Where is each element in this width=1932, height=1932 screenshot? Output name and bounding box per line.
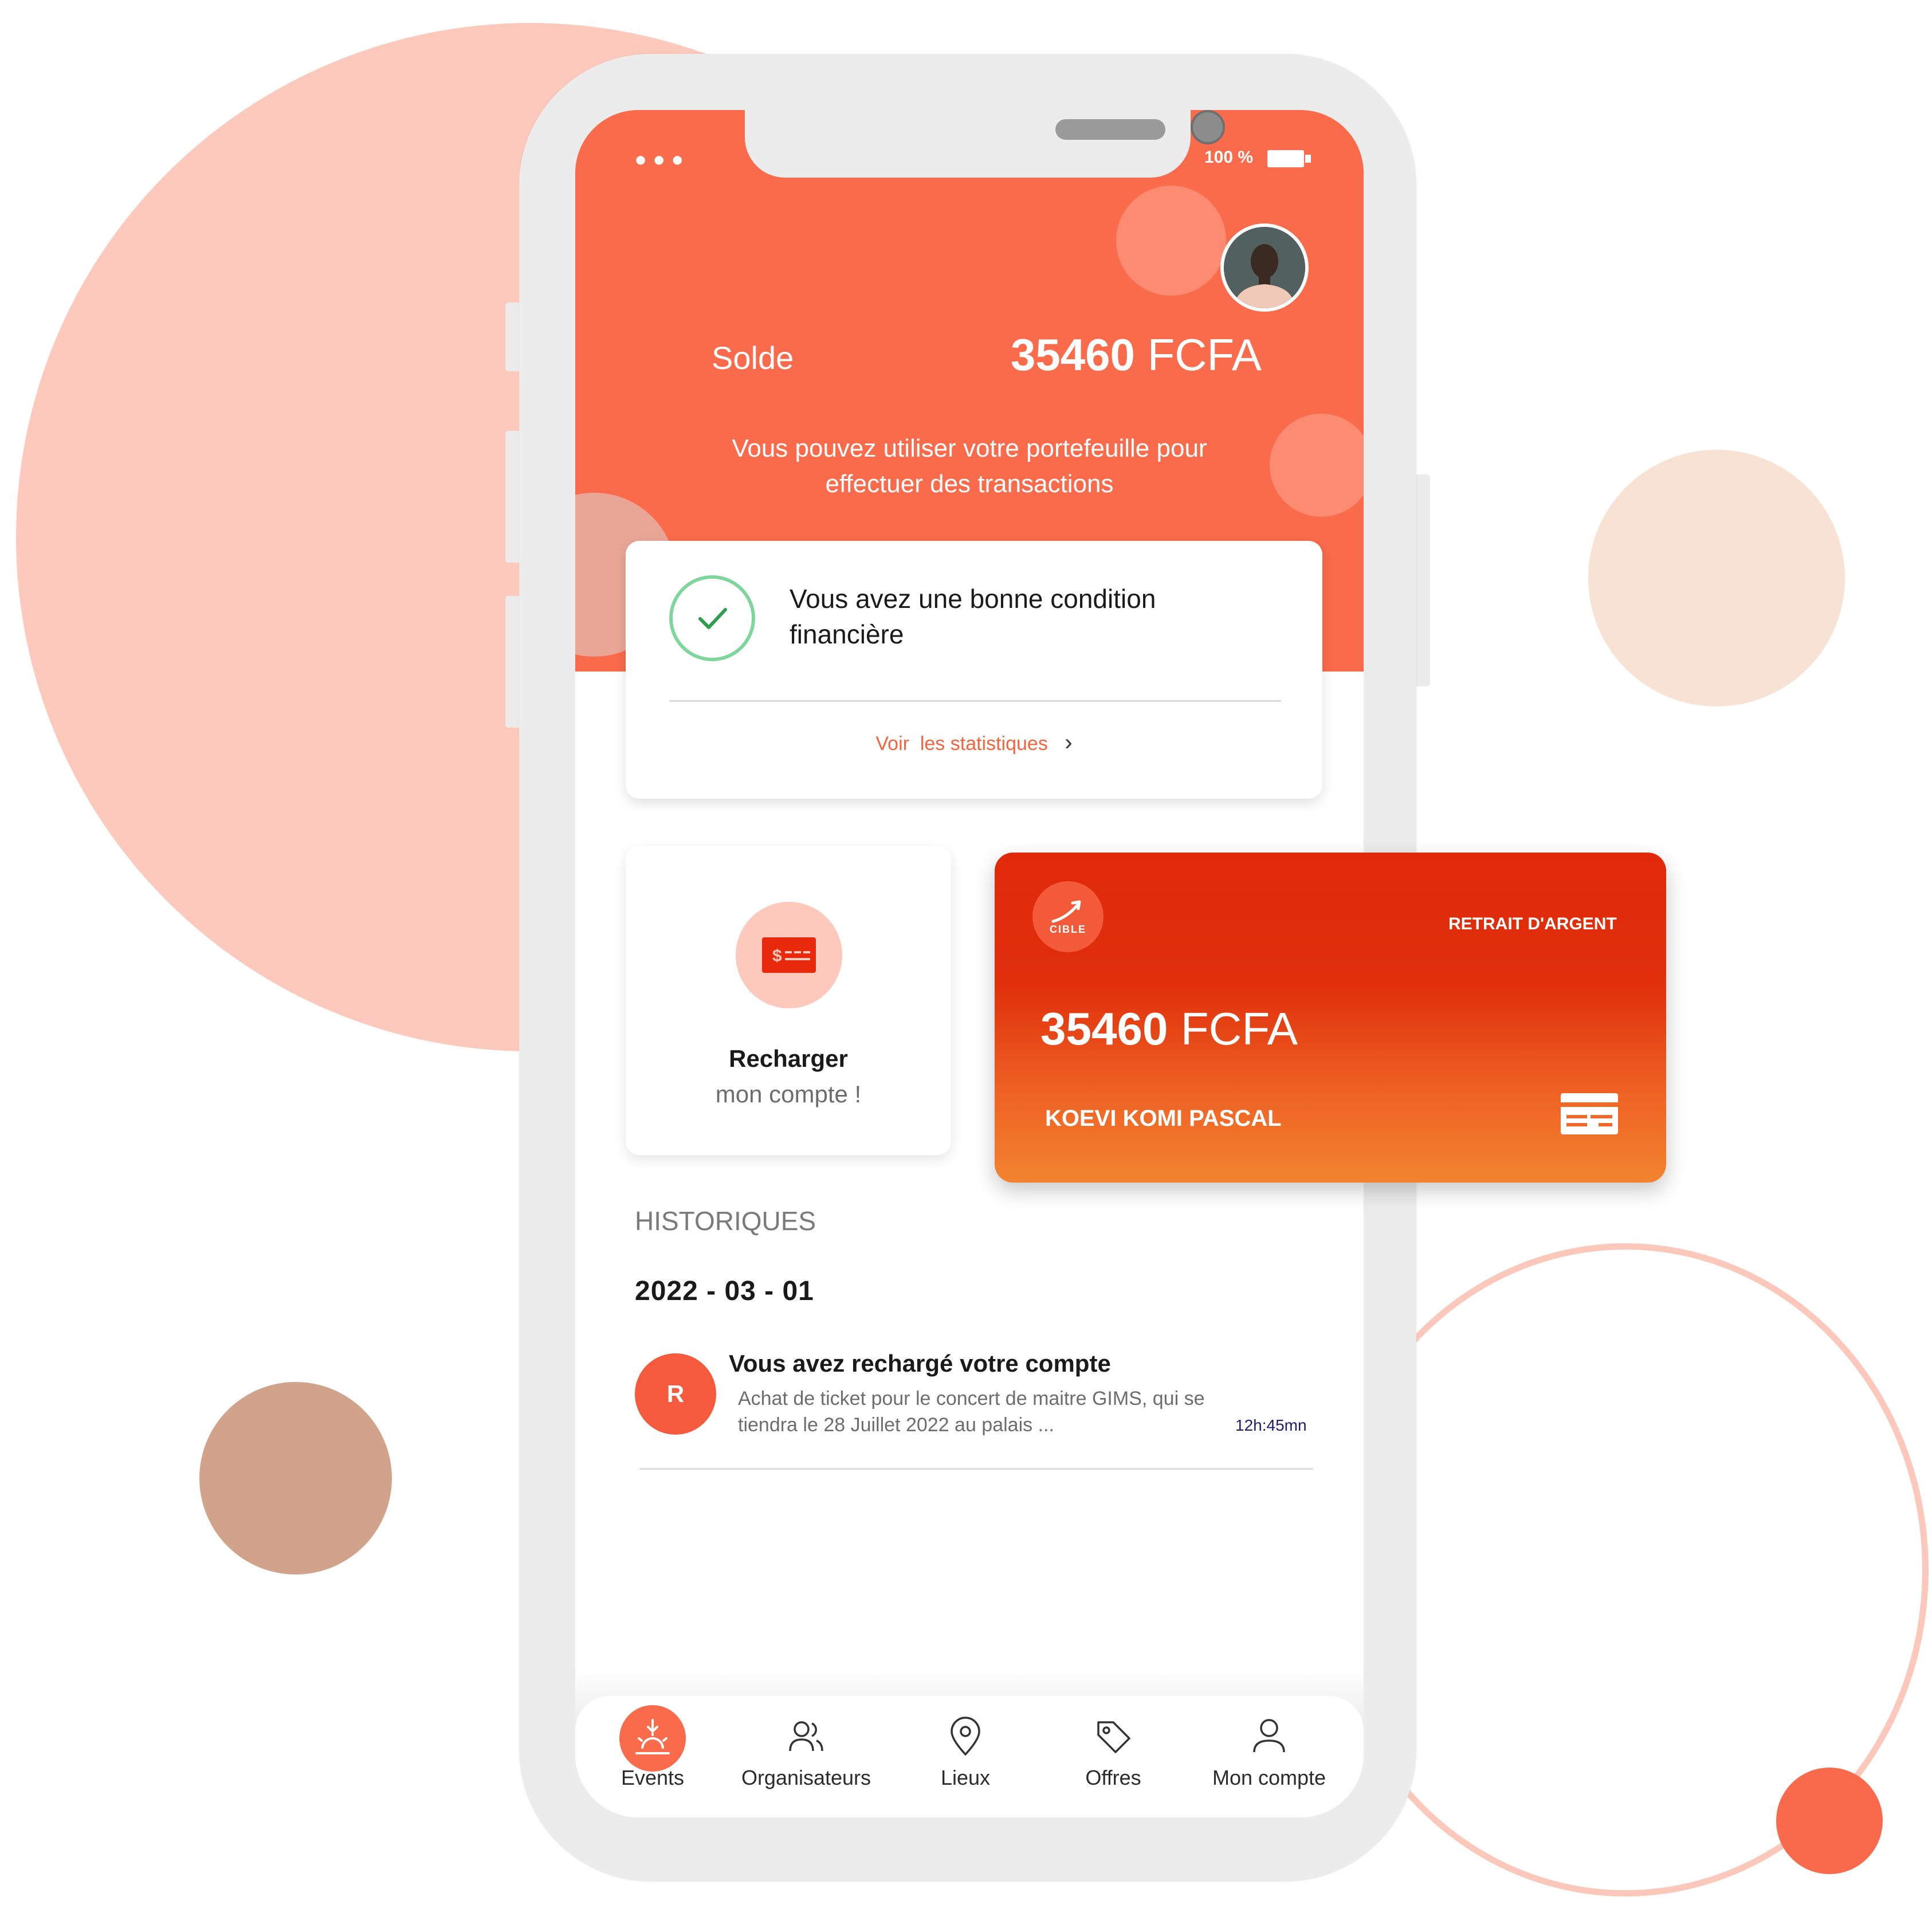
arrow-logo-icon	[1051, 900, 1081, 923]
battery-icon	[1267, 150, 1304, 167]
balance-amount: 35460 FCFA	[1011, 329, 1262, 381]
credit-card-icon	[1561, 1093, 1618, 1134]
battery-tip	[1305, 155, 1311, 163]
balance-number: 35460	[1011, 329, 1135, 380]
profile-avatar[interactable]	[1220, 223, 1309, 312]
cible-logo: CIBLE	[1032, 881, 1104, 952]
nav-label-offres: Offres	[1085, 1766, 1141, 1789]
view-statistics-link[interactable]: Voir les statistiques ›	[626, 730, 1322, 756]
nav-item-offres[interactable]: Offres	[1042, 1696, 1185, 1817]
card-divider	[669, 700, 1281, 702]
withdrawal-amount: 35460 FCFA	[1040, 1003, 1298, 1055]
tag-icon	[1097, 1721, 1130, 1753]
nav-label-lieux: Lieux	[940, 1766, 991, 1789]
background-circle-brown	[199, 1382, 392, 1574]
financial-status-message: Vous avez une bonne condition financière	[790, 584, 1156, 649]
withdrawal-card[interactable]: CIBLE RETRAIT D'ARGENT 35460 FCFA KOEVI …	[995, 853, 1666, 1183]
history-title: HISTORIQUES	[635, 1206, 816, 1236]
check-icon	[669, 575, 755, 661]
history-date: 2022 - 03 - 01	[635, 1276, 814, 1306]
background-circle-orange	[1776, 1768, 1883, 1874]
header-decor-circle	[1270, 414, 1364, 517]
withdrawal-label: RETRAIT D'ARGENT	[1448, 914, 1617, 933]
history-item-title[interactable]: Vous avez rechargé votre compte	[729, 1350, 1111, 1377]
bottom-navigation: Events Organisateurs Lieux Offres Mon co…	[575, 1696, 1364, 1817]
header-description: Vous pouvez utiliser votre portefeuille …	[732, 434, 1207, 498]
withdrawal-amount-currency: FCFA	[1180, 1003, 1298, 1054]
users-icon	[789, 1721, 823, 1752]
withdrawal-amount-number: 35460	[1040, 1003, 1168, 1054]
phone-camera	[1191, 110, 1225, 144]
nav-label-mon-compte: Mon compte	[1212, 1766, 1326, 1789]
sunrise-icon	[635, 1719, 670, 1754]
battery-percent: 100 %	[1204, 148, 1254, 167]
nav-item-organisateurs[interactable]: Organisateurs	[735, 1696, 878, 1817]
user-icon	[1253, 1719, 1285, 1753]
nav-item-lieux[interactable]: Lieux	[894, 1696, 1037, 1817]
recharge-subtitle: mon compte !	[715, 1081, 862, 1108]
financial-status-card: Vous avez une bonne condition financière…	[626, 541, 1322, 799]
svg-text:$: $	[772, 947, 782, 965]
background-circle-beige	[1588, 450, 1845, 706]
balance-currency: FCFA	[1147, 329, 1262, 380]
phone-notch	[745, 110, 1225, 178]
history-divider	[639, 1468, 1313, 1470]
card-holder-name: KOEVI KOMI PASCAL	[1045, 1106, 1282, 1131]
view-statistics-label: Voir les statistiques	[875, 733, 1048, 755]
balance-label: Solde	[712, 340, 794, 376]
person-photo-icon	[1224, 227, 1305, 308]
phone-speaker	[1055, 119, 1165, 140]
history-item-description: Achat de ticket pour le concert de maitr…	[738, 1388, 1205, 1436]
header-decor-circle	[1116, 186, 1226, 296]
history-item-time: 12h:45mn	[1235, 1416, 1307, 1434]
nav-item-events[interactable]: Events	[581, 1696, 724, 1817]
cible-logo-text: CIBLE	[1050, 924, 1086, 935]
recharge-title: Recharger	[729, 1045, 848, 1072]
map-pin-icon	[951, 1717, 980, 1756]
chevron-right-icon: ›	[1065, 730, 1073, 755]
history-item-avatar: R	[635, 1353, 716, 1435]
recharge-account-card[interactable]: $ Recharger mon compte !	[626, 846, 951, 1155]
nav-label-organisateurs: Organisateurs	[741, 1766, 871, 1789]
status-dots: •••	[633, 147, 688, 176]
money-card-icon: $	[736, 902, 842, 1008]
nav-label-events: Events	[621, 1766, 685, 1789]
nav-item-mon-compte[interactable]: Mon compte	[1197, 1696, 1341, 1817]
